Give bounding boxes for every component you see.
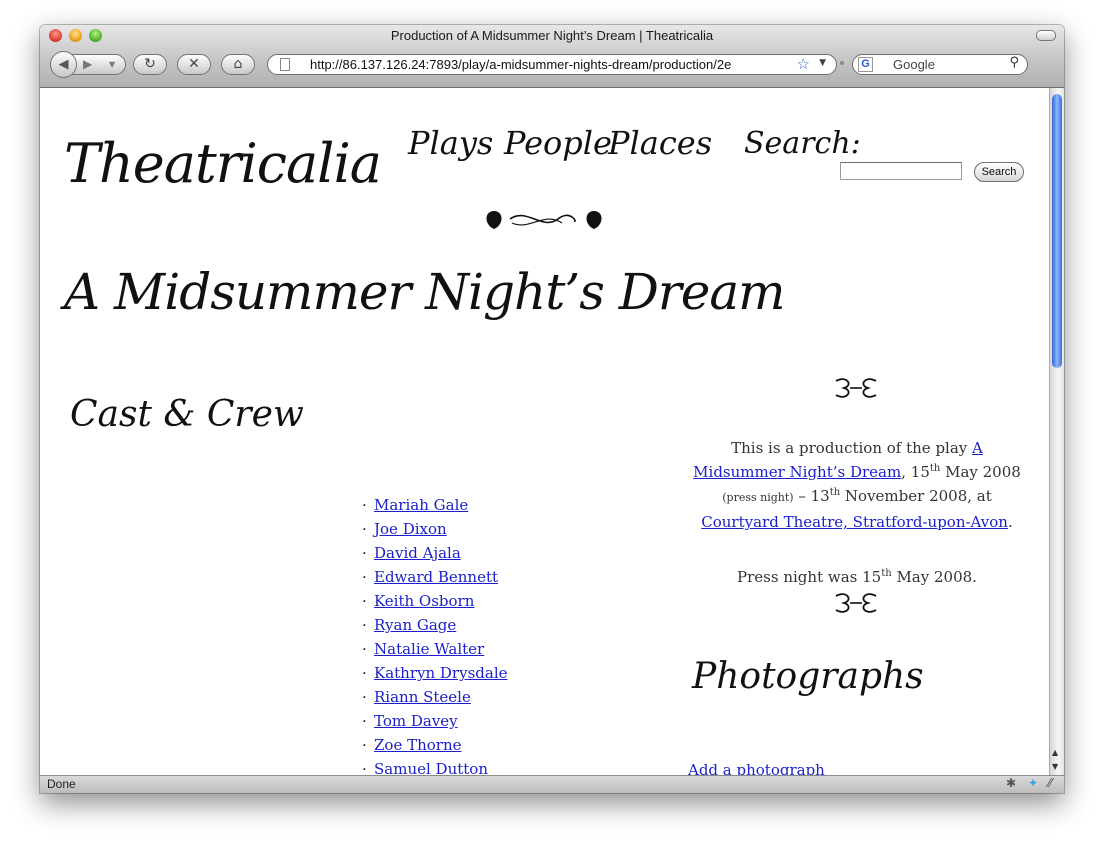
url-text[interactable]: http://86.137.126.24:7893/play/a-midsumm… [310, 57, 780, 72]
home-icon[interactable]: ⌂ [221, 54, 255, 75]
press-night-sup: th [881, 568, 892, 579]
site-search-button[interactable]: Search [974, 162, 1024, 182]
cast-row: Bottom·Joe Dixon [40, 520, 640, 544]
cast-actor-link[interactable]: Ryan Gage [374, 616, 456, 634]
page-content: Theatricalia Plays People Places Search:… [40, 88, 1049, 775]
cast-row: Lysander·Tom Davey [40, 712, 640, 736]
address-bar[interactable]: http://86.137.126.24:7893/play/a-midsumm… [267, 54, 837, 75]
site-search-label: Search: [744, 126, 861, 161]
info-end-month: November 2008, at [840, 487, 992, 505]
addon-icon[interactable]: ✱ [1006, 776, 1016, 790]
cast-separator: · [362, 616, 367, 634]
nav-people[interactable]: People [504, 124, 612, 162]
cast-separator: · [362, 760, 367, 775]
toolbar-separator [840, 61, 844, 65]
status-text: Done [47, 777, 76, 791]
press-night-text: Press night was 15th May 2008. [688, 568, 1026, 586]
reload-icon[interactable]: ↻ [133, 54, 167, 75]
url-dropdown-icon[interactable]: ▼ [819, 58, 826, 68]
venue-link[interactable]: Courtyard Theatre, Stratford-upon-Avon [701, 513, 1008, 531]
google-icon[interactable]: G [858, 57, 873, 72]
cast-row: Hippolyta·Riann Steele [40, 688, 640, 712]
scrollbar-thumb[interactable] [1052, 94, 1062, 368]
cast-separator: · [362, 520, 367, 538]
cast-actor-link[interactable]: David Ajala [374, 544, 461, 562]
info-start-day: , 15 [901, 463, 930, 481]
info-start-month: May 2008 [940, 463, 1021, 481]
info-top-ornament-icon [835, 378, 877, 398]
photographs-heading: Photographs [692, 656, 924, 697]
history-dropdown-icon[interactable]: ▼ [109, 55, 115, 74]
cast-separator: · [362, 544, 367, 562]
bookmark-star-icon[interactable]: ☆ [797, 55, 810, 73]
nav-places[interactable]: Places [608, 124, 712, 162]
cast-row: Egeus·Keith Osborn [40, 592, 640, 616]
nav-plays[interactable]: Plays [408, 124, 493, 162]
site-search-input[interactable] [840, 162, 962, 180]
search-engine-box[interactable]: G Google ⚲ [852, 54, 1028, 75]
status-bar: Done ✱ ✦ ⁄⁄ [40, 775, 1064, 793]
resize-grip-icon[interactable]: ⁄⁄ [1048, 776, 1052, 790]
cast-row: 1st Fairy·Mariah Gale [40, 496, 640, 520]
page-icon [280, 58, 290, 71]
browser-window: Production of A Midsummer Night’s Dream … [40, 25, 1064, 793]
info-sup-2: th [829, 487, 841, 498]
info-intro: This is a production of the play [731, 439, 973, 457]
cast-actor-link[interactable]: Tom Davey [374, 712, 458, 730]
search-engine-placeholder[interactable]: Google [893, 57, 935, 72]
cast-separator: · [362, 496, 367, 514]
cast-separator: · [362, 568, 367, 586]
header-ornament-icon [486, 211, 602, 229]
window-title: Production of A Midsummer Night’s Dream … [390, 28, 714, 43]
cast-separator: · [362, 664, 367, 682]
scroll-down-arrow-icon[interactable]: ▼ [1052, 762, 1058, 771]
press-night-suffix: May 2008. [891, 568, 977, 586]
cast-row: Flute·Ryan Gage [40, 616, 640, 640]
info-sup-1: th [929, 463, 941, 474]
cast-actor-link[interactable]: Zoe Thorne [374, 736, 462, 754]
cast-row: Demetrius·Edward Bennett [40, 568, 640, 592]
cast-actor-link[interactable]: Mariah Gale [374, 496, 468, 514]
cast-row: Moth·Zoe Thorne [40, 736, 640, 760]
cast-crew-heading: Cast & Crew [70, 394, 304, 435]
cast-separator: · [362, 688, 367, 706]
cast-separator: · [362, 736, 367, 754]
toolbar-toggle-button[interactable] [1036, 30, 1056, 41]
back-arrow-icon[interactable]: ◀ [50, 51, 77, 78]
info-bottom-ornament-icon [835, 593, 877, 613]
production-info: This is a production of the play A Midsu… [688, 436, 1026, 534]
cast-actor-link[interactable]: Kathryn Drysdale [374, 664, 508, 682]
cast-separator: · [362, 592, 367, 610]
magnifier-icon[interactable]: ⚲ [1009, 55, 1019, 70]
info-end: . [1007, 513, 1013, 531]
page-title: A Midsummer Night’s Dream [64, 263, 786, 321]
cast-actor-link[interactable]: Natalie Walter [374, 640, 484, 658]
cast-separator: · [362, 640, 367, 658]
cast-actor-link[interactable]: Keith Osborn [374, 592, 474, 610]
cast-row: Cobweb·David Ajala [40, 544, 640, 568]
stop-icon[interactable]: ✕ [177, 54, 211, 75]
press-night-note: (press night) [722, 491, 794, 504]
cast-actor-link[interactable]: Joe Dixon [374, 520, 447, 538]
site-logo[interactable]: Theatricalia [64, 132, 382, 195]
press-night-prefix: Press night was 15 [737, 568, 882, 586]
add-photograph-link[interactable]: Add a photograph [688, 761, 825, 775]
cast-row: Helena·Natalie Walter [40, 640, 640, 664]
cast-actor-link[interactable]: Riann Steele [374, 688, 471, 706]
info-end-day: – 13 [793, 487, 830, 505]
scroll-up-arrow-icon[interactable]: ▲ [1052, 748, 1058, 757]
back-forward-control: ◀ ▶ ▼ [50, 51, 126, 78]
cast-row: Hermia·Kathryn Drysdale [40, 664, 640, 688]
cast-actor-link[interactable]: Edward Bennett [374, 568, 498, 586]
cast-actor-link[interactable]: Samuel Dutton [374, 760, 488, 775]
cast-row: Mustardseed·Samuel Dutton [40, 760, 640, 775]
forward-arrow-icon[interactable]: ▶ [83, 55, 92, 74]
twitter-icon[interactable]: ✦ [1028, 776, 1038, 790]
cast-separator: · [362, 712, 367, 730]
title-bar: Production of A Midsummer Night’s Dream … [40, 25, 1064, 88]
vertical-scrollbar[interactable]: ▲ ▼ [1049, 88, 1064, 775]
